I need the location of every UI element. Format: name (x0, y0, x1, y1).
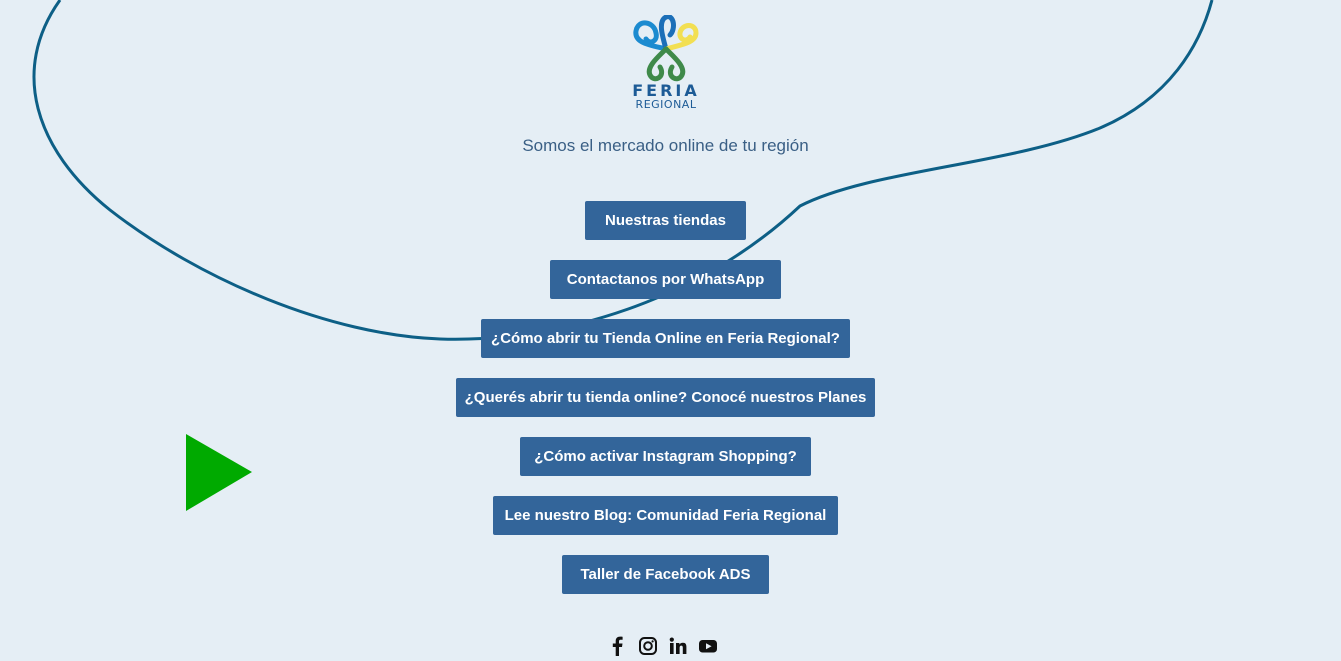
play-icon[interactable] (186, 434, 252, 511)
our-stores-button[interactable]: Nuestras tiendas (585, 201, 746, 240)
instagram-icon[interactable] (638, 636, 658, 656)
facebook-ads-workshop-button[interactable]: Taller de Facebook ADS (562, 555, 769, 594)
social-links (608, 636, 718, 656)
logo[interactable]: FERIA REGIONAL (626, 15, 706, 113)
youtube-icon[interactable] (698, 636, 718, 656)
logo-text-regional: REGIONAL (635, 98, 697, 111)
open-store-howto-button[interactable]: ¿Cómo abrir tu Tienda Online en Feria Re… (481, 319, 850, 358)
plans-button[interactable]: ¿Querés abrir tu tienda online? Conocé n… (456, 378, 875, 417)
facebook-icon[interactable] (608, 636, 628, 656)
whatsapp-contact-button[interactable]: Contactanos por WhatsApp (550, 260, 781, 299)
logo-text-feria: FERIA (632, 81, 700, 100)
instagram-shopping-button[interactable]: ¿Cómo activar Instagram Shopping? (520, 437, 811, 476)
blog-button[interactable]: Lee nuestro Blog: Comunidad Feria Region… (493, 496, 838, 535)
linkedin-icon[interactable] (668, 636, 688, 656)
tagline: Somos el mercado online de tu región (522, 136, 809, 155)
flower-logo-icon (633, 15, 699, 82)
